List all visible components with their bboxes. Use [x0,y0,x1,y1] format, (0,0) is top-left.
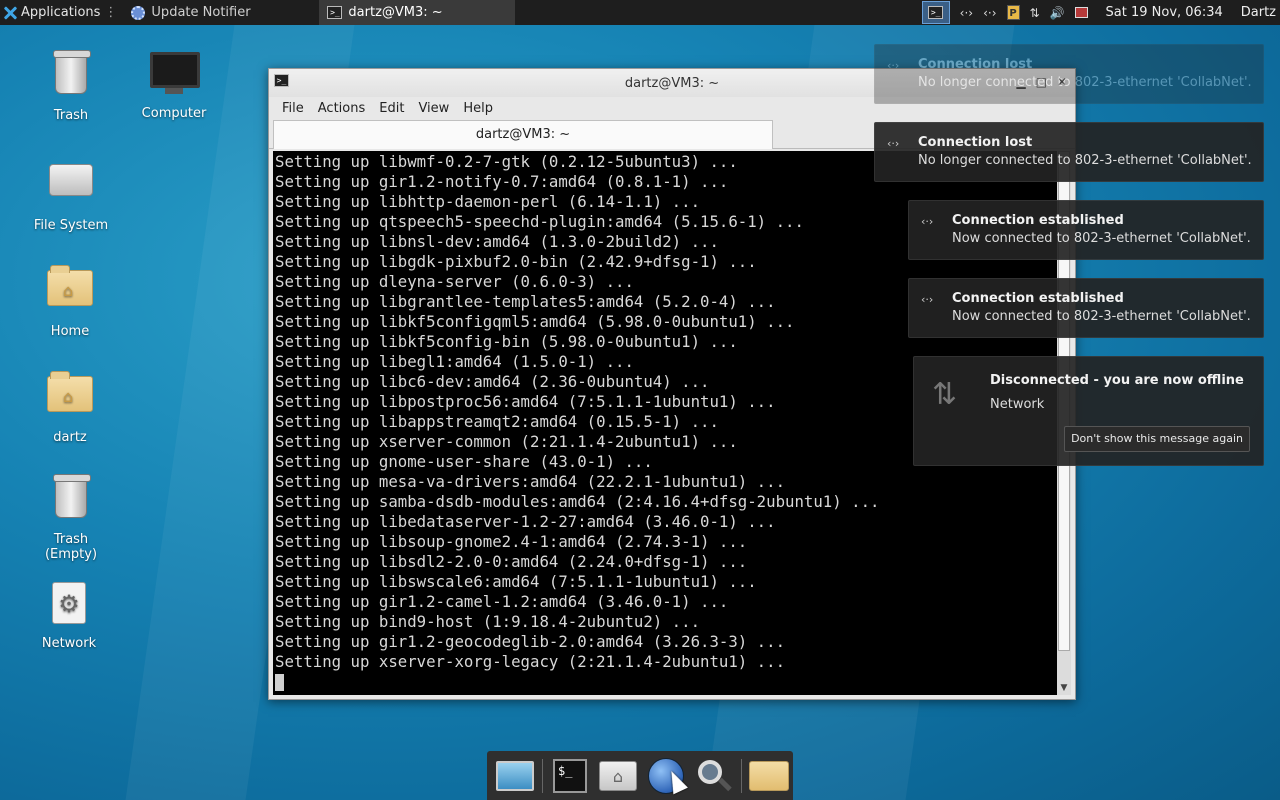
applications-label: Applications [21,5,101,20]
tab-terminal[interactable]: dartz@VM3: ~ [273,120,773,149]
applications-menu-button[interactable]: Applications ⋮ [0,0,123,25]
notification-title: Disconnected - you are now offline [990,373,1244,388]
hard-drive-icon [49,164,93,196]
update-notifier-icon [131,5,146,20]
folder-icon [749,760,789,791]
terminal-line: Setting up libsdl2-2.0-0:amd64 (2.24.0+d… [275,552,748,571]
terminal-icon: >_ [274,74,289,87]
desktop-icon-network[interactable]: ⚙ Network [24,580,114,651]
dock-search[interactable] [690,754,738,798]
network-icon: ‹·› [887,59,900,72]
terminal-line: Setting up gir1.2-camel-1.2:amd64 (3.46.… [275,592,729,611]
dock-show-desktop[interactable] [491,754,539,798]
dock-separator [741,758,742,793]
taskbar-item-label: Update Notifier [151,5,251,20]
desktop-icon-label: dartz [53,430,87,445]
window-title: dartz@VM3: ~ [624,75,720,91]
user-menu[interactable]: Dartz [1241,5,1276,20]
terminal-line: Setting up libsoup-gnome2.4-1:amd64 (2.7… [275,532,748,551]
terminal-icon: >_ [327,6,343,19]
menu-actions[interactable]: Actions [318,101,366,116]
terminal-icon: >_ [928,6,944,19]
desktop-icon-home[interactable]: ⌂ Home [25,262,115,339]
desktop-icon-trash-empty[interactable]: Trash (Empty) [26,474,116,562]
home-folder-icon: ⌂ [599,760,637,791]
menu-dots-icon: ⋮ [104,5,118,20]
notification-disconnected[interactable]: ⇅ Disconnected - you are now offline Net… [913,356,1264,466]
home-folder-icon: ⌂ [47,265,93,306]
menu-view[interactable]: View [418,101,449,116]
terminal-line: Setting up mesa-va-drivers:amd64 (22.2.1… [275,472,786,491]
notification-title: Connection lost [918,57,1033,72]
network-icon: ‹·› [921,215,934,228]
dock-home[interactable]: ⌂ [594,754,642,798]
terminal-icon: $_ [553,758,587,793]
system-tray: >_ ‹·› ‹·› P ⇅ 🔊 Sat 19 Nov, 06:34 Dartz [921,0,1280,25]
notification-connection-lost[interactable]: ‹·› Connection lost No longer connected … [874,122,1264,182]
notification-title: Connection established [952,291,1124,306]
notification-body: No longer connected to 802-3-ethernet 'C… [918,75,1252,90]
notification-body: No longer connected to 802-3-ethernet 'C… [918,153,1252,168]
clock[interactable]: Sat 19 Nov, 06:34 [1106,5,1223,20]
trash-icon [53,50,91,94]
network-offline-icon: ⇅ [932,377,958,412]
dock-terminal[interactable]: $_ [546,754,594,798]
desktop-icon-label: Home [50,324,90,339]
terminal-line: Setting up samba-dsdb-modules:amd64 (2:4… [275,492,880,511]
taskbar-item-terminal[interactable]: >_ dartz@VM3: ~ [319,0,516,25]
terminal-line: Setting up gir1.2-geocodeglib-2.0:amd64 … [275,632,786,651]
trash-icon [53,474,91,518]
network-icon: ‹·› [887,137,900,150]
xfce-logo-icon [3,6,17,20]
menu-help[interactable]: Help [463,101,493,116]
taskbar-item-label: dartz@VM3: ~ [348,5,443,20]
terminal-line: Setting up xserver-xorg-legacy (2:21.1.4… [275,652,786,671]
desktop-icon-dartz[interactable]: ⌂ dartz [25,368,115,445]
network-settings-icon: ⚙ [52,582,86,624]
notification-body: Now connected to 802-3-ethernet 'CollabN… [952,231,1251,246]
menu-edit[interactable]: Edit [379,101,404,116]
taskbar-item-update-notifier[interactable]: Update Notifier [123,0,319,25]
notification-title: Connection established [952,213,1124,228]
desktop-icon-label: Computer [141,106,207,121]
notification-connection-established[interactable]: ‹·› Connection established Now connected… [908,200,1264,260]
network-disconnected-icon[interactable]: ‹·› [960,6,973,20]
notification-body: Now connected to 802-3-ethernet 'CollabN… [952,309,1251,324]
volume-icon[interactable]: 🔊 [1050,6,1065,20]
desktop-icon-label: Trash [53,108,89,123]
dock-file-manager[interactable] [745,754,793,798]
notification-connection-lost[interactable]: ‹·› Connection lost No longer connected … [874,44,1264,104]
tray-terminal-icon[interactable]: >_ [921,1,950,24]
parking-icon[interactable]: P [1006,5,1020,20]
dock-separator [542,758,543,793]
desktop-icon-label: Network [41,636,97,651]
terminal-line: Setting up libswscale6:amd64 (7:5.1.1-1u… [275,572,757,591]
desktop-icon-file-system[interactable]: File System [26,156,116,233]
computer-icon [150,52,200,88]
network-disconnected-icon[interactable]: ‹·› [983,6,996,20]
network-icon: ‹·› [921,293,934,306]
notification-title: Connection lost [918,135,1033,150]
desktop-icon-trash[interactable]: Trash [26,50,116,123]
dont-show-again-button[interactable]: Don't show this message again [1064,426,1250,452]
home-folder-icon: ⌂ [47,371,93,412]
notification-body: Network [990,397,1045,412]
scroll-down-arrow-icon[interactable]: ▼ [1057,681,1071,695]
notification-connection-established[interactable]: ‹·› Connection established Now connected… [908,278,1264,338]
terminal-cursor [275,672,1059,692]
terminal-line: Setting up libedataserver-1.2-27:amd64 (… [275,512,776,531]
search-icon [696,758,732,794]
show-desktop-icon [496,760,534,791]
dock: $_ ⌂ [487,751,793,800]
desktop-icon-label: Trash (Empty) [44,532,98,562]
battery-icon[interactable] [1074,7,1088,18]
menu-file[interactable]: File [282,101,304,116]
desktop-icon-label: File System [33,218,109,233]
network-transfer-icon[interactable]: ⇅ [1030,6,1040,20]
desktop-icon-computer[interactable]: Computer [129,50,219,121]
terminal-line: Setting up bind9-host (1:9.18.4-2ubuntu2… [275,612,701,631]
top-panel: Applications ⋮ Update Notifier >_ dartz@… [0,0,1280,25]
